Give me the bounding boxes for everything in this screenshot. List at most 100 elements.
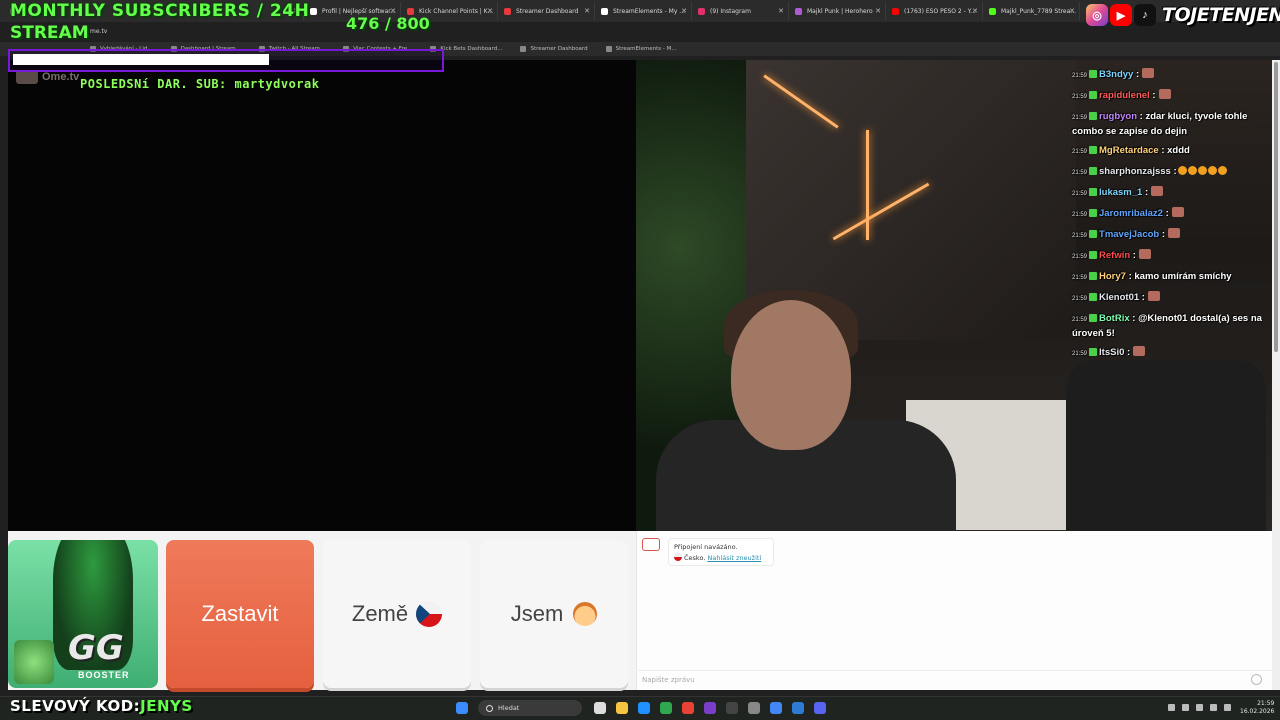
obs-icon[interactable] [748, 702, 760, 714]
bookmark-label: Kick Bets Dashboard... [440, 46, 503, 52]
chrome-icon[interactable] [682, 702, 694, 714]
chat-message: 21:59 lukasm_1 : [1072, 186, 1268, 201]
tab-label: StreamElements - My ... [613, 7, 686, 15]
kick-badge-icon [1089, 146, 1098, 154]
search-label: Hledat [498, 704, 520, 712]
chat-text: : [1161, 229, 1166, 240]
scrollbar-thumb[interactable] [1274, 62, 1278, 352]
chrome-active-icon[interactable] [770, 702, 782, 714]
emote-icon [1171, 207, 1184, 217]
close-tab-icon[interactable]: ✕ [875, 7, 881, 15]
taskbar-search[interactable]: Hledat [478, 700, 582, 716]
chat-text: : [1135, 69, 1140, 80]
bookmark-item[interactable]: StreamElements - M... [605, 46, 677, 52]
chat-text: : [1144, 187, 1149, 198]
tab-label: (1763) ESO PESO 2 - Y... [904, 7, 976, 15]
country-button[interactable]: Země [323, 540, 471, 688]
wifi-icon[interactable] [1196, 704, 1203, 711]
kick-badge-icon [1089, 167, 1098, 175]
chat-username: MgRetardace [1099, 145, 1159, 156]
kick-badge-icon [1089, 230, 1098, 238]
subs-count: 476 / 800 [346, 14, 430, 33]
chat-message: 21:59 MgRetardace : xddd [1072, 144, 1268, 159]
message-input[interactable]: Napište zprávu [636, 670, 1272, 688]
close-tab-icon[interactable]: ✕ [487, 7, 493, 15]
address-bar[interactable]: me.tv [90, 28, 107, 35]
chat-timestamp: 21:59 [1072, 191, 1088, 197]
clock-time: 21:59 [1257, 700, 1275, 707]
chat-username: TmavejJacob [1099, 229, 1160, 240]
page-scrollbar[interactable] [1272, 60, 1280, 690]
kick-badge-icon [1089, 314, 1098, 322]
browser-tab[interactable]: Majkl Punk | Herohero ✕ [789, 2, 886, 20]
chat-message: 21:59 Refwin : [1072, 249, 1268, 264]
browser-tab[interactable]: Streamer Dashboard ✕ [498, 2, 595, 20]
chat-message: 21:59 TmavejJacob : [1072, 228, 1268, 243]
kick-badge-icon [1089, 272, 1098, 280]
close-tab-icon[interactable]: ✕ [972, 7, 978, 15]
chat-text: : [1141, 292, 1145, 303]
czech-flag-icon [416, 601, 443, 627]
store-icon[interactable] [660, 702, 672, 714]
close-tab-icon[interactable]: ✕ [584, 7, 590, 15]
emoji-icon[interactable] [1251, 674, 1262, 685]
chat-message: 21:59 Klenot01 : [1072, 291, 1268, 306]
app-icon[interactable] [704, 702, 716, 714]
browser-tab[interactable]: StreamElements - My ... ✕ [595, 2, 692, 20]
task-view-icon[interactable] [594, 702, 606, 714]
czech-flag-icon [674, 553, 682, 561]
edge-icon[interactable] [638, 702, 650, 714]
mic-icon[interactable] [1182, 704, 1189, 711]
chat-timestamp: 21:59 [1072, 275, 1088, 281]
tray-chevron-icon[interactable] [1168, 704, 1175, 711]
chat-timestamp: 21:59 [1072, 317, 1088, 323]
tab-favicon-icon [601, 7, 608, 15]
explorer-icon[interactable] [616, 702, 628, 714]
ome-logo-text: Ome.tv [42, 71, 80, 83]
close-tab-icon[interactable]: ✕ [778, 7, 784, 15]
connection-notice: Připojení navázáno. Česko. Nahlásit zneu… [668, 538, 774, 566]
start-icon[interactable] [456, 702, 468, 714]
kick-badge-icon [1089, 70, 1098, 78]
emoji-icon [1207, 166, 1217, 175]
close-tab-icon[interactable]: ✕ [1069, 7, 1075, 15]
chat-text: : xddd [1161, 145, 1190, 156]
bookmark-item[interactable]: Streamer Dashboard [520, 46, 588, 52]
gender-button[interactable]: Jsem [480, 540, 628, 688]
chat-timestamp: 21:59 [1072, 254, 1088, 260]
system-clock[interactable]: 21:59 16.02.2026 [1240, 700, 1274, 716]
emote-icon [1133, 346, 1146, 356]
discord-icon[interactable] [814, 702, 826, 714]
mascot-jar [14, 640, 54, 684]
browser-tab[interactable]: (1763) ESO PESO 2 - Y... ✕ [886, 2, 983, 20]
emote-icon [1147, 291, 1160, 301]
app-icon[interactable] [726, 702, 738, 714]
chat-username: rapidulenel [1099, 90, 1150, 101]
bookmark-icon [520, 46, 527, 52]
close-tab-icon[interactable]: ✕ [681, 7, 687, 15]
emote-icon [1158, 89, 1171, 99]
tab-label: (9) Instagram [710, 7, 751, 15]
chat-text: : [1132, 250, 1136, 261]
gaming-chair [1066, 360, 1266, 531]
kick-badge-icon [1089, 91, 1098, 99]
report-abuse-link[interactable]: Nahlásit zneužití [707, 554, 761, 562]
chat-message: 21:59 Jaromribalaz2 : [1072, 207, 1268, 222]
chat-timestamp: 21:59 [1072, 149, 1088, 155]
volume-icon[interactable] [1210, 704, 1217, 711]
gg-booster-ad: GG BOOSTER [8, 540, 158, 688]
browser-tab[interactable]: Majkl_Punk_7789 Strea... ✕ [983, 2, 1080, 20]
chat-timestamp: 21:59 [1072, 73, 1088, 79]
chat-timestamp: 21:59 [1072, 212, 1088, 218]
bookmark-icon [605, 46, 612, 52]
screen: ent ✕ Profil | Nejlepší softwar... ✕ Kick Ch… [0, 0, 1280, 720]
chat-username: rugbyon [1099, 111, 1138, 122]
browser-tab[interactable]: (9) Instagram ✕ [692, 2, 789, 20]
chat-username: Klenot01 [1099, 292, 1140, 303]
chat-message: 21:59 BotRix : @Klenot01 dostal(a) ses na… [1072, 312, 1268, 340]
notes-icon[interactable] [792, 702, 804, 714]
stop-button[interactable]: Zastavit [166, 540, 314, 688]
battery-icon[interactable] [1224, 704, 1231, 711]
tab-favicon-icon [504, 7, 511, 15]
gender-button-label: Jsem [510, 601, 564, 626]
